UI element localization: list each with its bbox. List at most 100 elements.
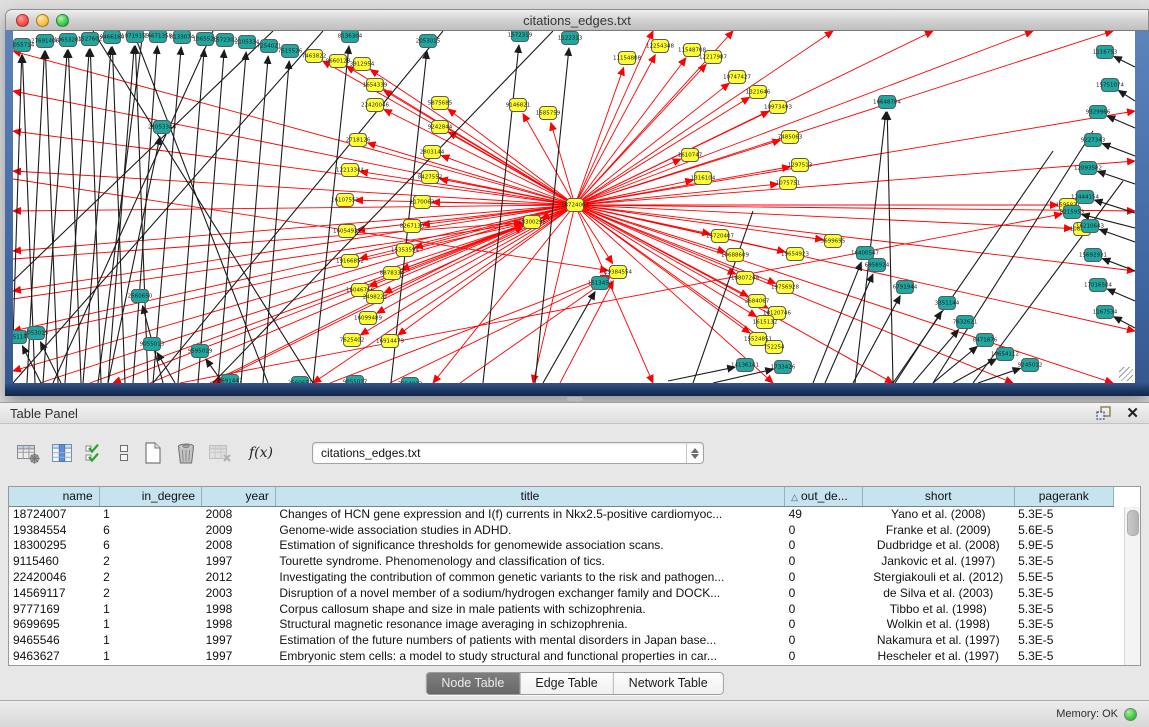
- close-panel-icon[interactable]: ✕: [1126, 406, 1139, 421]
- graph-node[interactable]: 2718126: [346, 134, 371, 147]
- table-row[interactable]: 1938455462009Genome-wide association stu…: [9, 522, 1114, 538]
- graph-node[interactable]: 6791944: [893, 281, 918, 294]
- graph-node[interactable]: 8133074: [170, 31, 195, 44]
- tab-edge-table[interactable]: Edge Table: [519, 673, 612, 694]
- show-column-icon[interactable]: [51, 442, 73, 464]
- graph-node[interactable]: 9055013: [140, 338, 165, 351]
- graph-node[interactable]: 1572319: [508, 31, 533, 42]
- column-header-title[interactable]: title: [275, 487, 784, 506]
- graph-node[interactable]: 1654339: [363, 79, 388, 92]
- function-builder-icon[interactable]: f(x): [249, 445, 273, 461]
- graph-node[interactable]: 16914479: [376, 335, 404, 348]
- graph-node[interactable]: 1572302: [213, 34, 238, 47]
- graph-node[interactable]: 16400547: [851, 247, 879, 260]
- graph-node[interactable]: 1075751: [776, 177, 801, 190]
- graph-node[interactable]: 7632621: [953, 316, 978, 329]
- resize-grip[interactable]: [1119, 367, 1133, 381]
- graph-node[interactable]: 9242844: [428, 121, 453, 134]
- graph-node[interactable]: 7463822: [302, 50, 327, 63]
- table-scrollbar[interactable]: [1124, 507, 1140, 665]
- panel-divider-handle[interactable]: [567, 397, 583, 401]
- graph-node[interactable]: 1316104: [691, 172, 716, 185]
- graph-node[interactable]: 8215953: [1060, 206, 1085, 219]
- table-row[interactable]: 977716911998Corpus callosum shape and si…: [9, 601, 1114, 617]
- graph-node[interactable]: 8471876: [973, 334, 998, 347]
- graph-node[interactable]: 8267130: [400, 220, 425, 233]
- network-graph[interactable]: 1872400718300295193845549055714276914061…: [13, 31, 1135, 383]
- graph-node[interactable]: 752254: [764, 341, 785, 354]
- network-canvas[interactable]: 1872400718300295193845549055714276914061…: [13, 31, 1135, 383]
- table-scrollbar-thumb[interactable]: [1127, 510, 1139, 536]
- graph-node[interactable]: 1170062: [410, 196, 435, 209]
- graph-node[interactable]: 10688609: [721, 249, 749, 262]
- window-titlebar[interactable]: citations_edges.txt: [5, 9, 1149, 31]
- table-row[interactable]: 911546021997Tourette syndrome. Phenomeno…: [9, 553, 1114, 569]
- column-header-short[interactable]: short: [862, 487, 1014, 506]
- column-header-in_degree[interactable]: in_degree: [99, 487, 201, 506]
- graph-node[interactable]: 12254348: [646, 40, 674, 53]
- graph-node[interactable]: 15692931: [1079, 249, 1107, 262]
- graph-node[interactable]: 3912954: [350, 58, 375, 71]
- graph-node[interactable]: 1297513: [788, 159, 813, 172]
- column-header-year[interactable]: year: [202, 487, 276, 506]
- graph-node[interactable]: 2053015: [416, 35, 441, 48]
- graph-node[interactable]: 15751074: [1096, 79, 1124, 92]
- delete-table-icon[interactable]: [208, 442, 232, 464]
- graph-node[interactable]: 14136141: [731, 359, 759, 372]
- graph-node[interactable]: 19756928: [771, 281, 799, 294]
- graph-node[interactable]: 19654923: [781, 248, 809, 261]
- table-row[interactable]: 1872400712008Changes of HCN gene express…: [9, 506, 1114, 522]
- graph-node[interactable]: 1691447: [218, 375, 243, 384]
- graph-node[interactable]: 1122313: [558, 32, 583, 45]
- graph-node[interactable]: 12093582: [1074, 162, 1102, 175]
- graph-node[interactable]: 16648784: [873, 96, 901, 109]
- graph-node[interactable]: 8136304: [338, 31, 363, 43]
- graph-node[interactable]: 8427552: [418, 171, 443, 184]
- tab-network-table[interactable]: Network Table: [613, 673, 723, 694]
- memory-status-icon[interactable]: [1124, 708, 1137, 721]
- table-row[interactable]: 1456911722003Disruption of a novel membe…: [9, 585, 1114, 601]
- column-header-name[interactable]: name: [9, 487, 99, 506]
- graph-node[interactable]: 9245012: [1018, 359, 1043, 372]
- column-header-pagerank[interactable]: pagerank: [1014, 487, 1113, 506]
- graph-node[interactable]: 1527602: [78, 33, 103, 46]
- column-header-out_de[interactable]: △out_de...: [785, 487, 863, 506]
- graph-node[interactable]: 12213344: [336, 164, 364, 177]
- graph-node[interactable]: 3351144: [935, 297, 960, 310]
- graph-node[interactable]: 2684067: [745, 295, 770, 308]
- delete-trash-icon[interactable]: [175, 441, 197, 465]
- table-row[interactable]: 969969511998Structural magnetic resonanc…: [9, 617, 1114, 633]
- new-document-icon[interactable]: [142, 441, 164, 465]
- graph-node[interactable]: 2498222: [363, 291, 388, 304]
- graph-node[interactable]: 5875685: [428, 97, 453, 110]
- select-rows-icon[interactable]: [84, 442, 106, 464]
- table-row[interactable]: 1830029562008Estimation of significance …: [9, 538, 1114, 554]
- graph-node[interactable]: 1733426: [771, 361, 796, 374]
- graph-node[interactable]: 16099489: [354, 312, 382, 325]
- tab-node-table[interactable]: Node Table: [426, 673, 519, 694]
- graph-node[interactable]: 2053015: [24, 327, 49, 340]
- graph-node[interactable]: 1610747: [678, 149, 703, 162]
- graph-node[interactable]: 1585759: [536, 107, 561, 120]
- network-table-select[interactable]: citations_edges.txt: [312, 442, 704, 464]
- graph-node[interactable]: 9146821: [506, 99, 531, 112]
- graph-node[interactable]: 9329966: [1086, 106, 1111, 119]
- float-panel-icon[interactable]: [1096, 406, 1112, 421]
- table-row[interactable]: 946554611997Estimation of the future num…: [9, 632, 1114, 648]
- graph-node[interactable]: 10654112: [991, 348, 1019, 361]
- graph-node[interactable]: 7515526: [278, 45, 303, 58]
- graph-node[interactable]: 11154808: [613, 52, 641, 65]
- table-row[interactable]: 2242004622012Investigating the contribut…: [9, 569, 1114, 585]
- graph-node[interactable]: 10747427: [723, 71, 751, 84]
- graph-node[interactable]: 9227343: [1081, 134, 1106, 147]
- table-row[interactable]: 946362711997Embryonic stem cells: a mode…: [9, 648, 1114, 664]
- graph-node[interactable]: 1321646: [746, 86, 771, 99]
- table-mode-icon[interactable]: [16, 442, 40, 464]
- graph-node[interactable]: 16107552: [331, 194, 359, 207]
- graph-node[interactable]: 16671358: [144, 31, 172, 43]
- row-height-icon[interactable]: [117, 442, 131, 464]
- graph-node[interactable]: 15720407: [706, 230, 734, 243]
- graph-node[interactable]: 7625402: [340, 334, 365, 347]
- graph-node[interactable]: 1615132: [753, 316, 778, 329]
- graph-node[interactable]: 6958924: [865, 259, 890, 272]
